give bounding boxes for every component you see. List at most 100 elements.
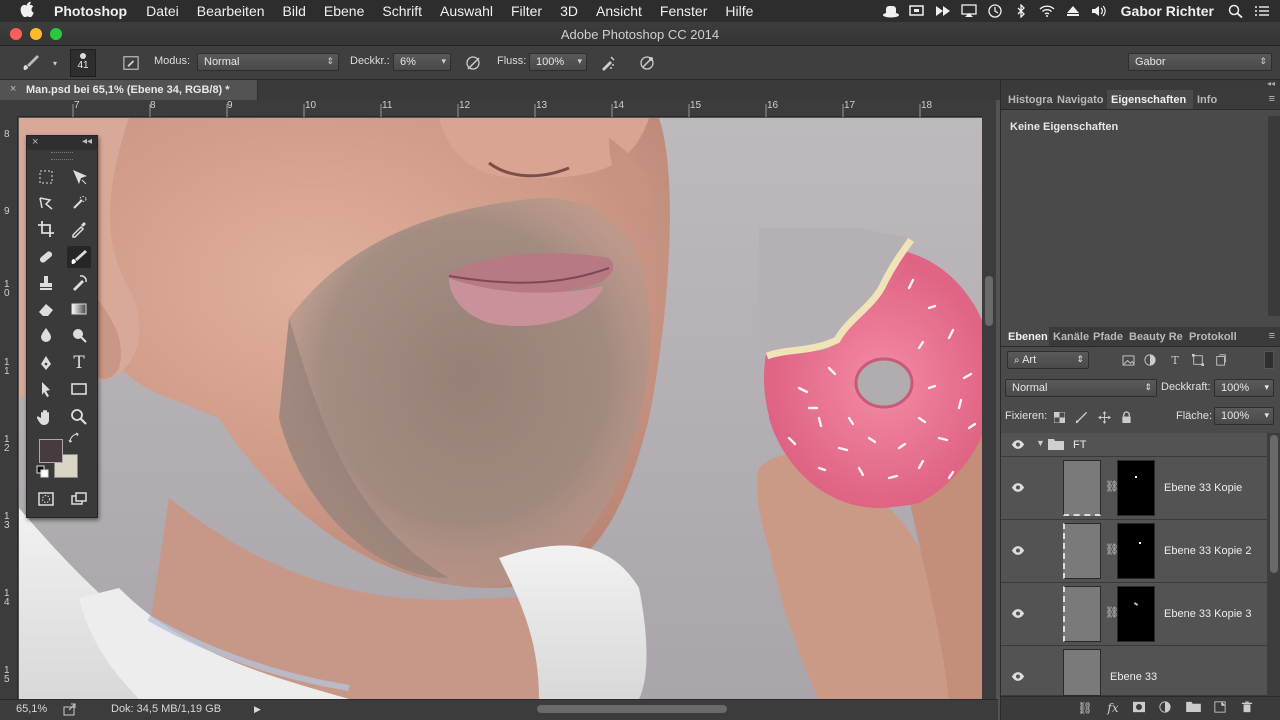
spotlight-search-icon[interactable] [1228,4,1244,19]
tab-history[interactable]: Protokoll [1185,327,1245,346]
gradient-tool-icon[interactable] [67,298,91,320]
new-layer-icon[interactable] [1212,701,1228,717]
document-size-info[interactable]: Dok: 34,5 MB/1,19 GB [111,703,221,715]
filter-smart-object-icon[interactable] [1213,353,1229,367]
preset-dropdown-arrow-icon[interactable]: ▾ [44,52,66,74]
collapse-dock-icon[interactable]: ◂◂ [1267,79,1275,88]
move-tool-icon[interactable] [67,166,91,188]
scroll-thumb[interactable] [985,276,993,326]
panel-menu-icon[interactable]: ≡ [1269,330,1275,342]
new-group-icon[interactable] [1185,701,1201,717]
bluetooth-icon[interactable] [1013,3,1029,19]
visibility-eye-icon[interactable] [1011,482,1027,494]
vertical-ruler[interactable]: 8 9 1 0 1 1 1 2 1 3 1 4 1 5 [0,117,18,699]
dock-header[interactable]: ◂◂ [1001,79,1280,90]
layer-mask-thumbnail[interactable] [1117,586,1155,642]
lock-image-pixels-icon[interactable] [1073,410,1089,424]
scroll-thumb[interactable] [1270,435,1278,573]
layer-opacity-input[interactable]: 100% ▾ [1214,379,1274,397]
app-menu[interactable]: Photoshop [54,3,127,19]
layer-thumbnail[interactable] [1063,586,1101,642]
zoom-tool-icon[interactable] [67,406,91,428]
visibility-eye-icon[interactable] [1011,545,1027,557]
ruler-origin[interactable] [0,100,18,117]
share-icon[interactable] [63,702,77,719]
marquee-tool-icon[interactable] [34,166,58,188]
filter-type-layer-icon[interactable]: T [1167,353,1183,367]
blur-tool-icon[interactable] [34,324,58,346]
close-panel-icon[interactable]: × [32,136,38,148]
pressure-size-icon[interactable] [636,52,658,74]
tab-info[interactable]: Info [1193,90,1233,109]
history-brush-tool-icon[interactable] [67,272,91,294]
menu-bild[interactable]: Bild [283,3,306,19]
lock-transparent-pixels-icon[interactable] [1051,410,1067,424]
document-tab[interactable]: × Man.psd bei 65,1% (Ebene 34, RGB/8) * [0,80,258,100]
properties-scrollbar[interactable] [1268,116,1280,316]
layer-row[interactable]: ⛓ Ebene 33 Kopie 3 [1001,583,1267,646]
layer-thumbnail[interactable] [1063,460,1101,516]
mode-select[interactable]: Normal ⇕ [197,53,339,71]
flow-input[interactable]: 100% ▾ [529,53,587,71]
panel-grip[interactable] [51,152,73,160]
document-canvas[interactable] [19,118,982,699]
screen-mode-icon[interactable] [67,488,91,510]
tab-properties[interactable]: Eigenschaften [1107,90,1193,109]
swap-colors-icon[interactable] [68,432,82,446]
clone-stamp-tool-icon[interactable] [34,272,58,294]
horizontal-ruler[interactable]: 7 8 9 10 11 12 13 14 15 16 17 18 [18,100,982,117]
user-name[interactable]: Gabor Richter [1121,3,1214,19]
eyedropper-tool-icon[interactable] [67,218,91,240]
tab-channels[interactable]: Kanäle [1049,327,1089,346]
filter-shape-layer-icon[interactable] [1190,353,1206,367]
menu-hilfe[interactable]: Hilfe [725,3,753,19]
filter-pixel-layer-icon[interactable] [1120,353,1136,367]
close-document-icon[interactable]: × [10,83,16,95]
notification-center-icon[interactable] [1254,4,1270,18]
visibility-eye-icon[interactable] [1011,608,1027,620]
workspace-select[interactable]: Gabor ⇕ [1128,53,1272,71]
layer-style-fx-icon[interactable]: fx [1105,701,1121,717]
layer-group-row[interactable]: ▼ FT [1001,433,1267,457]
zoom-level[interactable]: 65,1% [16,703,47,715]
panel-menu-icon[interactable]: ≡ [1269,93,1275,105]
tab-paths[interactable]: Pfade [1089,327,1125,346]
brush-size-picker[interactable]: 41 [70,49,96,77]
layers-scrollbar[interactable] [1267,433,1280,699]
menu-bearbeiten[interactable]: Bearbeiten [197,3,265,19]
status-menu-arrow-icon[interactable]: ▶ [254,704,261,715]
foreground-color-swatch[interactable] [39,439,63,463]
menu-auswahl[interactable]: Auswahl [440,3,493,19]
tab-navigator[interactable]: Navigato [1053,90,1107,109]
eject-icon[interactable] [1065,4,1081,18]
brush-tool-icon[interactable] [67,246,91,268]
tools-panel-header[interactable]: × ◂◂ [27,136,97,150]
layer-row[interactable]: ⛓ Ebene 33 Kopie [1001,457,1267,520]
layer-blend-mode-select[interactable]: Normal ⇕ [1005,379,1157,397]
layer-mask-thumbnail[interactable] [1117,523,1155,579]
healing-brush-tool-icon[interactable] [34,246,58,268]
opacity-input[interactable]: 6% ▾ [393,53,451,71]
path-selection-tool-icon[interactable] [34,378,58,400]
lasso-tool-icon[interactable] [34,192,58,214]
type-tool-icon[interactable]: T [67,352,91,374]
hat-icon[interactable] [882,4,899,18]
crop-tool-icon[interactable] [34,218,58,240]
filter-adjustment-layer-icon[interactable] [1142,353,1158,367]
tab-layers[interactable]: Ebenen [1001,327,1049,346]
dodge-tool-icon[interactable] [67,324,91,346]
collapse-panel-icon[interactable]: ◂◂ [82,136,92,147]
menu-filter[interactable]: Filter [511,3,542,19]
apple-menu-icon[interactable] [20,1,38,21]
layer-row[interactable]: Ebene 33 [1001,646,1267,696]
visibility-eye-icon[interactable] [1011,439,1025,453]
link-layers-icon[interactable]: ⛓ [1077,701,1093,717]
layer-mask-thumbnail[interactable] [1117,460,1155,516]
wifi-icon[interactable] [1039,4,1055,18]
menu-fenster[interactable]: Fenster [660,3,707,19]
menu-ebene[interactable]: Ebene [324,3,364,19]
new-adjustment-layer-icon[interactable] [1157,701,1173,717]
horizontal-scroll-thumb[interactable] [537,705,727,713]
layer-thumbnail[interactable] [1063,649,1101,696]
brush-panel-toggle-icon[interactable] [120,52,142,74]
